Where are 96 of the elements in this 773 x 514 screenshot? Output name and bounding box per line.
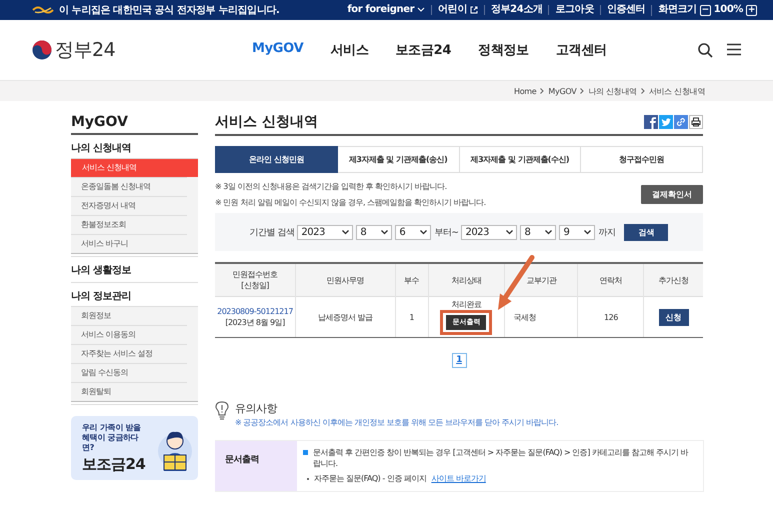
nav-item[interactable]: 정책정보 — [478, 41, 529, 59]
sidebar-item[interactable]: 회원정보 — [71, 307, 187, 325]
sidebar-title: MyGOV — [71, 111, 198, 135]
breadcrumb-link[interactable]: MyGOV — [548, 86, 576, 96]
chevron-down-icon — [342, 230, 350, 234]
sidebar-heading[interactable]: 나의 정보관리 — [71, 283, 198, 306]
sidebar-item[interactable]: 서비스 바구니 — [71, 234, 187, 253]
facebook-icon[interactable] — [644, 115, 658, 129]
chevron-down-icon — [584, 230, 592, 234]
column-header: 민원사무명 — [296, 263, 396, 296]
date-select[interactable]: 9 — [559, 224, 596, 240]
status-text: 처리완료 — [451, 299, 482, 310]
zoom-in-button[interactable]: + — [746, 4, 757, 16]
date-select[interactable]: 6 — [395, 224, 432, 240]
date-select[interactable]: 2023 — [461, 224, 518, 240]
chevron-right-icon — [540, 88, 544, 94]
bird-icon[interactable] — [659, 115, 673, 129]
sidebar-item[interactable]: 자주찾는 서비스 설정 — [71, 344, 187, 363]
notice-text: ※ 공공장소에서 사용하신 이후에는 개인정보 보호를 위해 모든 브라우저를 닫아 주시기 바랍니다. — [235, 417, 560, 428]
banner-text: 우리 가족이 받을 혜택이 궁금하다면? — [82, 423, 142, 453]
chevron-down-icon — [420, 230, 428, 234]
nav-item[interactable]: 고객센터 — [556, 41, 607, 59]
sidebar-item[interactable]: 회원탈퇴 — [71, 382, 187, 401]
menu-icon[interactable] — [727, 42, 741, 56]
chevron-down-icon — [417, 7, 426, 13]
info-heading: 문서출력 — [215, 441, 297, 491]
table-cell: 납세증명서 발급 — [296, 296, 396, 338]
period-label: 기간별 검색 — [250, 226, 294, 238]
note-text: ※ 3일 이전의 신청내용은 검색기간을 입력한 후 확인하시기 바랍니다. — [215, 181, 448, 192]
table-cell: 1 — [395, 296, 428, 338]
column-header: 처리상태 — [428, 263, 505, 296]
tab[interactable]: 온라인 신청민원 — [215, 146, 338, 173]
sidebar-item[interactable]: 서비스 이용동의 — [71, 325, 187, 344]
chevron-down-icon — [506, 230, 514, 234]
breadcrumb-link[interactable]: Home — [514, 86, 536, 96]
top-link[interactable]: 어린이 — [431, 5, 484, 15]
date-select[interactable]: 8 — [520, 224, 556, 240]
bullet-icon — [303, 450, 308, 455]
top-link[interactable]: for foreigner — [341, 5, 432, 15]
tab[interactable]: 제3자제출 및 기관제출(수신) — [460, 146, 582, 173]
zoom-label: 화면크기 — [658, 5, 697, 15]
sidebar-item[interactable]: 알림 수신동의 — [71, 363, 187, 382]
nav-item[interactable]: 서비스 — [330, 41, 368, 59]
info-text: 자주묻는 질문(FAQ) - 인증 페이지 — [314, 473, 426, 484]
emblem-icon — [32, 40, 52, 60]
chevron-down-icon — [381, 230, 388, 234]
nav-item[interactable]: MyGOV — [252, 41, 304, 59]
chevron-right-icon — [580, 88, 584, 94]
apply-button[interactable]: 신청 — [658, 308, 689, 326]
table-cell: 126 — [578, 296, 644, 338]
emblem-icon — [32, 5, 54, 15]
page-title: 서비스 신청내역 — [215, 113, 318, 131]
search-icon[interactable] — [698, 42, 713, 58]
sidebar-heading[interactable]: 나의 생활정보 — [71, 257, 198, 280]
range-label: 까지 — [598, 226, 616, 238]
notice-title: 유의사항 — [235, 401, 278, 416]
page-button[interactable]: 1 — [452, 353, 466, 368]
column-header: 부수 — [395, 263, 428, 296]
sidebar-item[interactable]: 온종일돌봄 신청내역 — [71, 177, 187, 196]
column-header: 민원접수번호 [신청일] — [215, 263, 296, 296]
info-text: 문서출력 후 간편인증 창이 반복되는 경우 [고객센터 > 자주묻는 질문(FAQ) > 인증] 카테고리를 참고해 주시기 바랍니다. — [313, 447, 690, 469]
top-link[interactable]: 정부24소개 — [484, 5, 548, 15]
note-text: ※ 민원 처리 알림 메일이 수신되지 않을 경우, 스팸메일함을 확인하시기 바랍니다. — [215, 197, 486, 208]
zoom-value: 100% — [714, 5, 743, 15]
date-select[interactable]: 8 — [356, 224, 392, 240]
chevron-down-icon — [545, 230, 552, 234]
site-link[interactable]: 사이트 바로가기 — [431, 473, 486, 484]
banner-title: 보조금24 — [82, 455, 146, 474]
sidebar-item[interactable]: 전자증명서 내역 — [71, 196, 187, 215]
breadcrumb-link[interactable]: 나의 신청내역 — [588, 86, 637, 96]
column-header: 추가신청 — [644, 263, 703, 296]
external-link-icon — [470, 6, 478, 14]
top-link[interactable]: 인증센터 — [600, 5, 652, 15]
tab[interactable]: 제3자제출 및 기관제출(송신) — [338, 146, 460, 173]
search-button[interactable]: 검색 — [624, 224, 668, 240]
link-icon[interactable] — [674, 115, 688, 129]
sidebar-item[interactable]: 환불정보조회 — [71, 215, 187, 234]
top-link[interactable]: 로그아웃 — [548, 5, 600, 15]
print-icon[interactable] — [689, 115, 703, 129]
chevron-right-icon — [640, 88, 645, 94]
tab[interactable]: 청구접수민원 — [581, 146, 703, 173]
nav-item[interactable]: 보조금24 — [395, 41, 452, 59]
receipt-button[interactable]: 결제확인서 — [641, 185, 703, 204]
sidebar-item[interactable]: 서비스 신청내역 — [71, 159, 198, 177]
application-date: [2023년 8월 9일] — [225, 318, 285, 327]
receipt-number-link[interactable]: 20230809-50121217 — [217, 306, 294, 317]
site-logo[interactable]: 정부24 — [55, 37, 116, 63]
breadcrumb-link[interactable]: 서비스 신청내역 — [648, 86, 705, 96]
official-notice: 이 누리집은 대한민국 공식 전자정부 누리집입니다. — [59, 4, 280, 17]
column-header: 연락처 — [578, 263, 644, 296]
sidebar-heading[interactable]: 나의 신청내역 — [71, 135, 198, 158]
lightbulb-icon — [215, 401, 229, 421]
range-label: 부터~ — [434, 226, 458, 238]
promo-banner[interactable]: 우리 가족이 받을 혜택이 궁금하다면? 보조금24 — [71, 416, 198, 480]
zoom-out-button[interactable]: − — [700, 4, 711, 16]
date-select[interactable]: 2023 — [297, 224, 354, 240]
